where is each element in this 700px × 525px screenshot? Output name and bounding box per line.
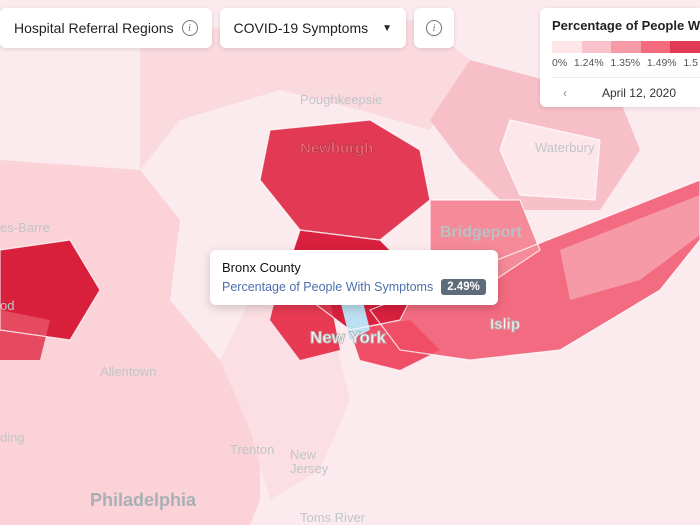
metric-filter[interactable]: COVID-19 Symptoms ▼ <box>220 8 407 48</box>
legend-tick: 0% <box>552 57 567 69</box>
region-filter-label: Hospital Referral Regions <box>14 20 174 36</box>
legend-swatch <box>670 41 700 53</box>
tooltip-region-name: Bronx County <box>222 260 486 275</box>
chevron-down-icon: ▼ <box>382 23 392 34</box>
info-icon[interactable]: i <box>182 20 198 36</box>
region-tooltip: Bronx County Percentage of People With S… <box>210 250 498 305</box>
legend-tick: 1.24% <box>574 57 604 69</box>
legend-tick: 1.5 <box>683 57 698 69</box>
date-navigator: ‹ April 12, 2020 <box>552 77 700 107</box>
legend-tick: 1.49% <box>647 57 677 69</box>
current-date: April 12, 2020 <box>578 86 700 100</box>
tooltip-value: 2.49% <box>441 279 486 295</box>
legend-panel: Percentage of People With S 0% 1.24% 1.3… <box>540 8 700 107</box>
legend-swatch <box>552 41 582 53</box>
legend-swatch <box>611 41 641 53</box>
info-icon: i <box>426 20 442 36</box>
legend-swatch <box>582 41 612 53</box>
region-filter[interactable]: Hospital Referral Regions i <box>0 8 212 48</box>
filter-bar: Hospital Referral Regions i COVID-19 Sym… <box>0 8 454 48</box>
metric-info-button[interactable]: i <box>414 8 454 48</box>
legend-tick: 1.35% <box>610 57 640 69</box>
legend-ticks: 0% 1.24% 1.35% 1.49% 1.5 <box>552 57 700 69</box>
legend-swatches <box>552 41 700 53</box>
legend-swatch <box>641 41 671 53</box>
legend-title: Percentage of People With S <box>552 18 700 33</box>
metric-filter-label: COVID-19 Symptoms <box>234 20 369 36</box>
tooltip-metric-label: Percentage of People With Symptoms <box>222 280 433 294</box>
map-viewport[interactable]: Poughkeepsie Newburgh Waterbury Bridgepo… <box>0 0 700 525</box>
prev-date-button[interactable]: ‹ <box>552 86 578 100</box>
